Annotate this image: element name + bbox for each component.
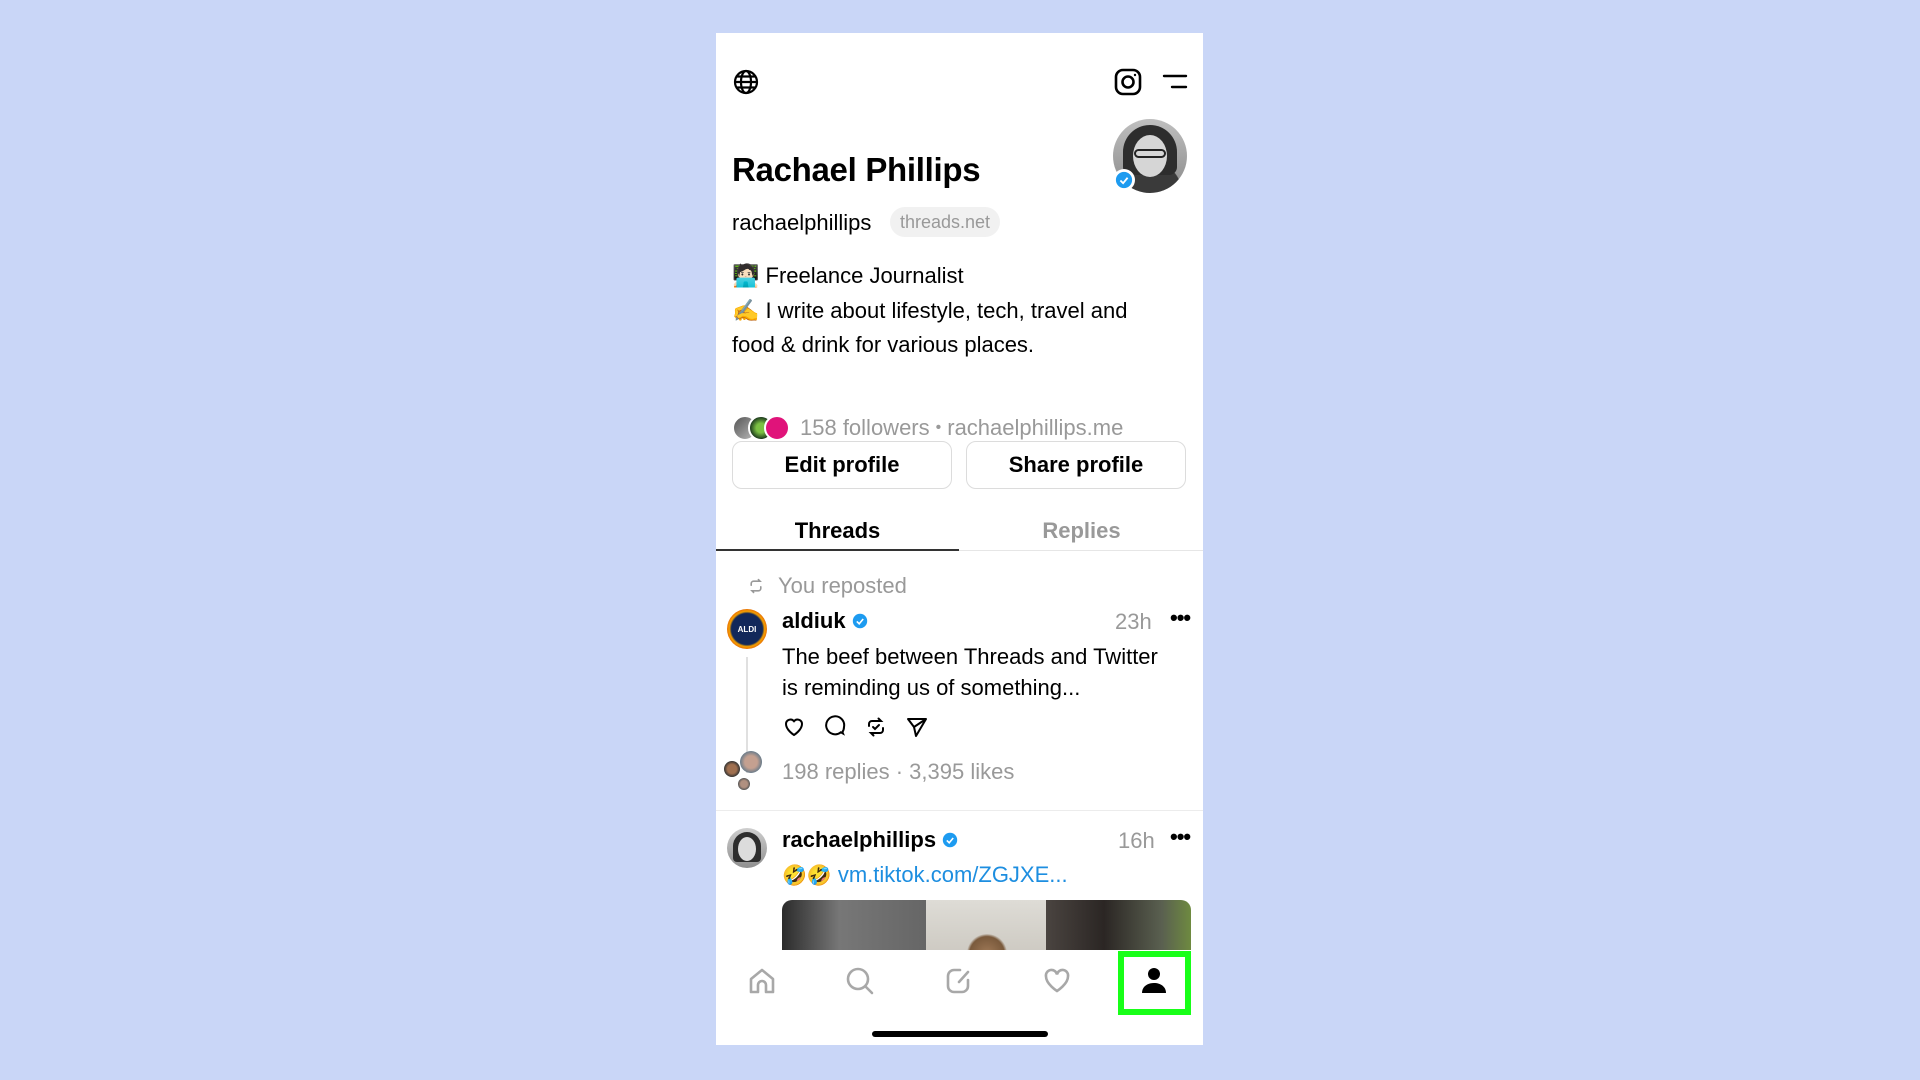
verified-badge-icon xyxy=(852,613,867,629)
instagram-icon[interactable] xyxy=(1114,68,1142,96)
nav-search-icon[interactable] xyxy=(830,950,890,1012)
repost-label-row: You reposted xyxy=(748,573,907,599)
reply-avatars xyxy=(724,751,770,791)
separator: • xyxy=(935,419,942,436)
post-text-line: is reminding us of something... xyxy=(782,675,1081,700)
tiktok-link[interactable]: vm.tiktok.com/ZGJXE... xyxy=(838,862,1068,888)
profile-display-name: Rachael Phillips xyxy=(732,151,981,188)
share-icon[interactable] xyxy=(905,715,929,739)
active-tab-indicator xyxy=(716,549,959,551)
repost-label: You reposted xyxy=(778,573,907,598)
edit-profile-button[interactable]: Edit profile xyxy=(732,441,952,489)
heart-icon[interactable] xyxy=(782,715,806,739)
bio-line: food & drink for various places. xyxy=(732,332,1035,357)
post-stats[interactable]: 198 replies · 3,395 likes xyxy=(782,759,1014,785)
tab-divider xyxy=(959,550,1203,551)
website-link[interactable]: rachaelphillips.me xyxy=(947,415,1123,441)
reply-avatar xyxy=(738,778,750,790)
followers-row: 158 followers • rachaelphillips.me xyxy=(732,415,1123,441)
repost-icon[interactable] xyxy=(864,715,888,739)
post-text-line: The beef between Threads and Twitter xyxy=(782,644,1158,669)
post-divider xyxy=(716,810,1203,811)
home-indicator[interactable] xyxy=(872,1031,1048,1037)
comment-icon[interactable] xyxy=(823,715,847,739)
bio-line: 🧑🏻‍💻 Freelance Journalist xyxy=(732,263,964,288)
tab-threads[interactable]: Threads xyxy=(716,511,959,551)
post-actions xyxy=(782,715,929,739)
post-author[interactable]: rachaelphillips xyxy=(782,827,936,853)
followers-count[interactable]: 158 followers xyxy=(800,415,930,441)
post-content: 🤣🤣 vm.tiktok.com/ZGJXE... xyxy=(782,862,1068,888)
rachael-avatar[interactable] xyxy=(727,828,767,868)
threads-domain-pill[interactable]: threads.net xyxy=(890,207,1001,237)
more-options-icon[interactable]: ••• xyxy=(1170,824,1191,850)
emoji: 🤣🤣 xyxy=(782,864,832,887)
aldi-avatar[interactable]: ALDI xyxy=(727,609,767,649)
aldi-logo-text: ALDI xyxy=(737,624,757,634)
verified-badge-icon xyxy=(942,832,958,848)
reply-avatar xyxy=(724,761,740,777)
verified-badge-icon xyxy=(1113,169,1135,191)
tab-replies[interactable]: Replies xyxy=(960,511,1203,551)
post-text: The beef between Threads and Twitter is … xyxy=(782,641,1192,703)
profile-username: rachaelphillips xyxy=(732,210,872,235)
post-time: 16h xyxy=(1118,828,1155,853)
follower-avatar xyxy=(764,415,790,441)
profile-bio: 🧑🏻‍💻 Freelance Journalist ✍️ I write abo… xyxy=(732,259,1182,363)
more-options-icon[interactable]: ••• xyxy=(1170,605,1191,631)
post-author-row: rachaelphillips xyxy=(782,827,958,853)
profile-tab-highlight xyxy=(1118,951,1191,1015)
nav-home-icon[interactable] xyxy=(732,950,792,1012)
globe-icon[interactable] xyxy=(733,69,759,95)
post-author-row: aldiuk xyxy=(782,608,868,634)
share-profile-button[interactable]: Share profile xyxy=(966,441,1186,489)
reply-avatar xyxy=(740,751,762,773)
nav-compose-icon[interactable] xyxy=(929,950,989,1012)
nav-activity-icon[interactable] xyxy=(1027,950,1087,1012)
post-time: 23h xyxy=(1115,609,1152,634)
phone-screen: Rachael Phillips rachaelphillips threads… xyxy=(716,33,1203,1045)
bio-line: ✍️ I write about lifestyle, tech, travel… xyxy=(732,297,1128,323)
post-author[interactable]: aldiuk xyxy=(782,608,846,634)
repost-small-icon xyxy=(748,578,764,594)
menu-icon[interactable] xyxy=(1162,73,1188,91)
